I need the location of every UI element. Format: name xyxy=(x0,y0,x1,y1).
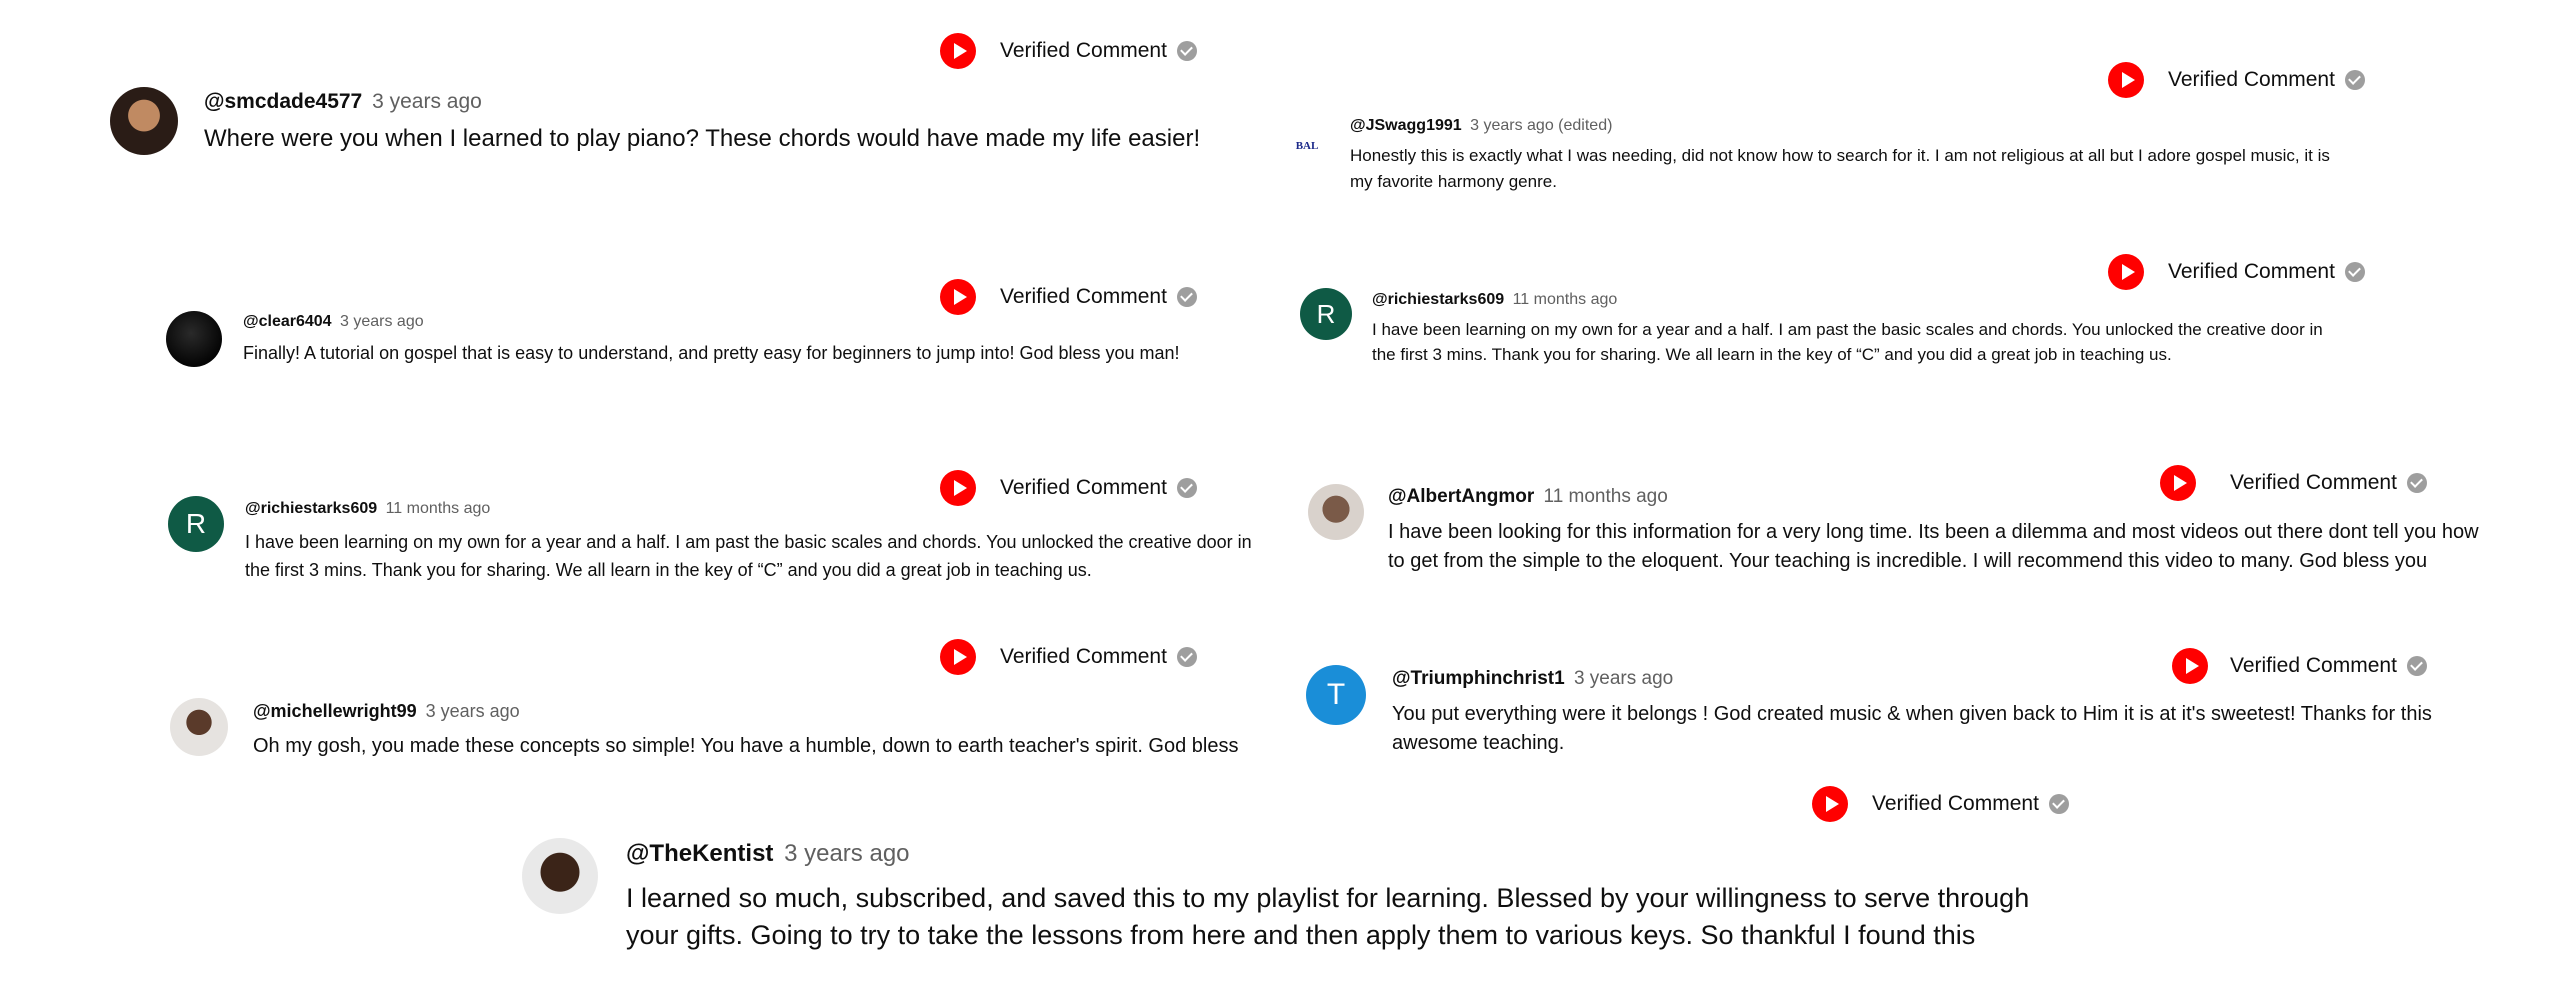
avatar[interactable] xyxy=(522,838,598,914)
avatar-letter: R xyxy=(1316,298,1336,329)
comment-body: @richiestarks609 11 months ago I have be… xyxy=(245,500,1275,584)
comment-author[interactable]: @Triumphinchrist1 xyxy=(1392,668,1565,689)
comment-text: Honestly this is exactly what I was need… xyxy=(1350,146,2330,191)
comment-author[interactable]: @AlbertAngmor xyxy=(1388,486,1534,507)
play-icon xyxy=(2108,62,2144,98)
verified-label: Verified Comment xyxy=(2168,68,2335,91)
verified-badge: Verified Comment xyxy=(2108,254,2365,290)
comment-body: @michellewright99 3 years ago Oh my gosh… xyxy=(253,701,1333,760)
verified-label: Verified Comment xyxy=(1000,645,1167,668)
verified-label: Verified Comment xyxy=(2168,260,2335,283)
verified-badge: Verified Comment xyxy=(940,279,1197,315)
comment-time[interactable]: 3 years ago xyxy=(784,840,909,867)
avatar[interactable]: R xyxy=(1300,288,1352,340)
comment-text: Finally! A tutorial on gospel that is ea… xyxy=(243,343,1180,363)
avatar-letter: R xyxy=(185,508,207,539)
comment-author[interactable]: @richiestarks609 xyxy=(245,500,377,517)
comment-author[interactable]: @richiestarks609 xyxy=(1372,291,1504,308)
check-circle-icon xyxy=(1176,647,1197,667)
check-circle-icon xyxy=(2344,262,2365,282)
check-circle-icon xyxy=(1176,41,1197,61)
comment-time[interactable]: 11 months ago xyxy=(1544,486,1668,507)
avatar[interactable] xyxy=(166,311,222,367)
comment-body: @TheKentist 3 years ago I learned so muc… xyxy=(626,840,2076,954)
verified-label: Verified Comment xyxy=(1000,39,1167,62)
check-circle-icon xyxy=(2048,794,2069,814)
comment-text: I learned so much, subscribed, and saved… xyxy=(626,883,2030,950)
comment-author[interactable]: @michellewright99 xyxy=(253,701,417,721)
comment-body: @AlbertAngmor 11 months ago I have been … xyxy=(1388,486,2483,592)
comment-text: I have been learning on my own for a yea… xyxy=(1372,320,2323,364)
comment-text: Where were you when I learned to play pi… xyxy=(204,125,1201,152)
comment-text: You put everything were it belongs ! God… xyxy=(1392,703,2432,754)
play-icon xyxy=(940,639,976,675)
comment-time[interactable]: 11 months ago xyxy=(386,500,491,517)
comment-body: @clear6404 3 years ago Finally! A tutori… xyxy=(243,313,1293,365)
comment-time[interactable]: 3 years ago xyxy=(426,701,520,721)
comment-body: @Triumphinchrist1 3 years ago You put ev… xyxy=(1392,668,2482,758)
comment-time[interactable]: 3 years ago xyxy=(372,90,482,113)
verified-badge: Verified Comment xyxy=(1812,786,2069,822)
verified-label: Verified Comment xyxy=(1872,792,2039,815)
avatar[interactable]: BAL xyxy=(1284,123,1330,169)
comment-author[interactable]: @smcdade4577 xyxy=(204,90,362,113)
comment-author[interactable]: @JSwagg1991 xyxy=(1350,117,1462,134)
play-icon xyxy=(2108,254,2144,290)
check-circle-icon xyxy=(2344,70,2365,90)
comment-text: I have been learning on my own for a yea… xyxy=(245,532,1252,580)
play-icon xyxy=(1812,786,1848,822)
comment-author[interactable]: @clear6404 xyxy=(243,313,332,330)
comment-text: I have been looking for this information… xyxy=(1388,521,2479,572)
avatar-letter: T xyxy=(1326,678,1346,711)
comment-body: @richiestarks609 11 months ago I have be… xyxy=(1372,291,2337,367)
play-icon xyxy=(940,279,976,315)
check-circle-icon xyxy=(1176,478,1197,498)
comment-body: @JSwagg1991 3 years ago (edited) Honestl… xyxy=(1350,117,2350,195)
comment-time[interactable]: 3 years ago xyxy=(1574,668,1673,689)
verified-label: Verified Comment xyxy=(1000,285,1167,308)
verified-badge: Verified Comment xyxy=(940,639,1197,675)
verified-label: Verified Comment xyxy=(1000,476,1167,499)
check-circle-icon xyxy=(1176,287,1197,307)
comment-time[interactable]: 3 years ago xyxy=(340,313,424,330)
avatar-logo-text: BAL xyxy=(1295,140,1319,152)
verified-badge: Verified Comment xyxy=(940,33,1197,69)
comment-body: @smcdade4577 3 years ago Where were you … xyxy=(204,90,1204,154)
comment-text: Oh my gosh, you made these concepts so s… xyxy=(253,735,1239,757)
comment-time[interactable]: 3 years ago (edited) xyxy=(1470,117,1612,134)
avatar[interactable] xyxy=(170,698,228,756)
avatar[interactable] xyxy=(1308,484,1364,540)
avatar[interactable]: T xyxy=(1306,665,1366,725)
comment-time[interactable]: 11 months ago xyxy=(1513,291,1618,308)
comment-author[interactable]: @TheKentist xyxy=(626,840,773,867)
play-icon xyxy=(940,33,976,69)
avatar[interactable]: R xyxy=(168,496,224,552)
verified-badge: Verified Comment xyxy=(2108,62,2365,98)
avatar[interactable] xyxy=(110,87,178,155)
